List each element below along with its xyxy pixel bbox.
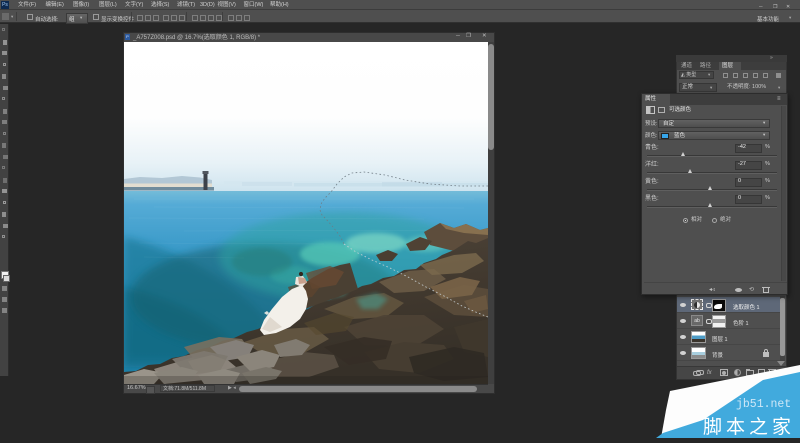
svg-text:脚本之家: 脚本之家 <box>703 416 795 438</box>
svg-text:jb51.net: jb51.net <box>736 398 791 411</box>
